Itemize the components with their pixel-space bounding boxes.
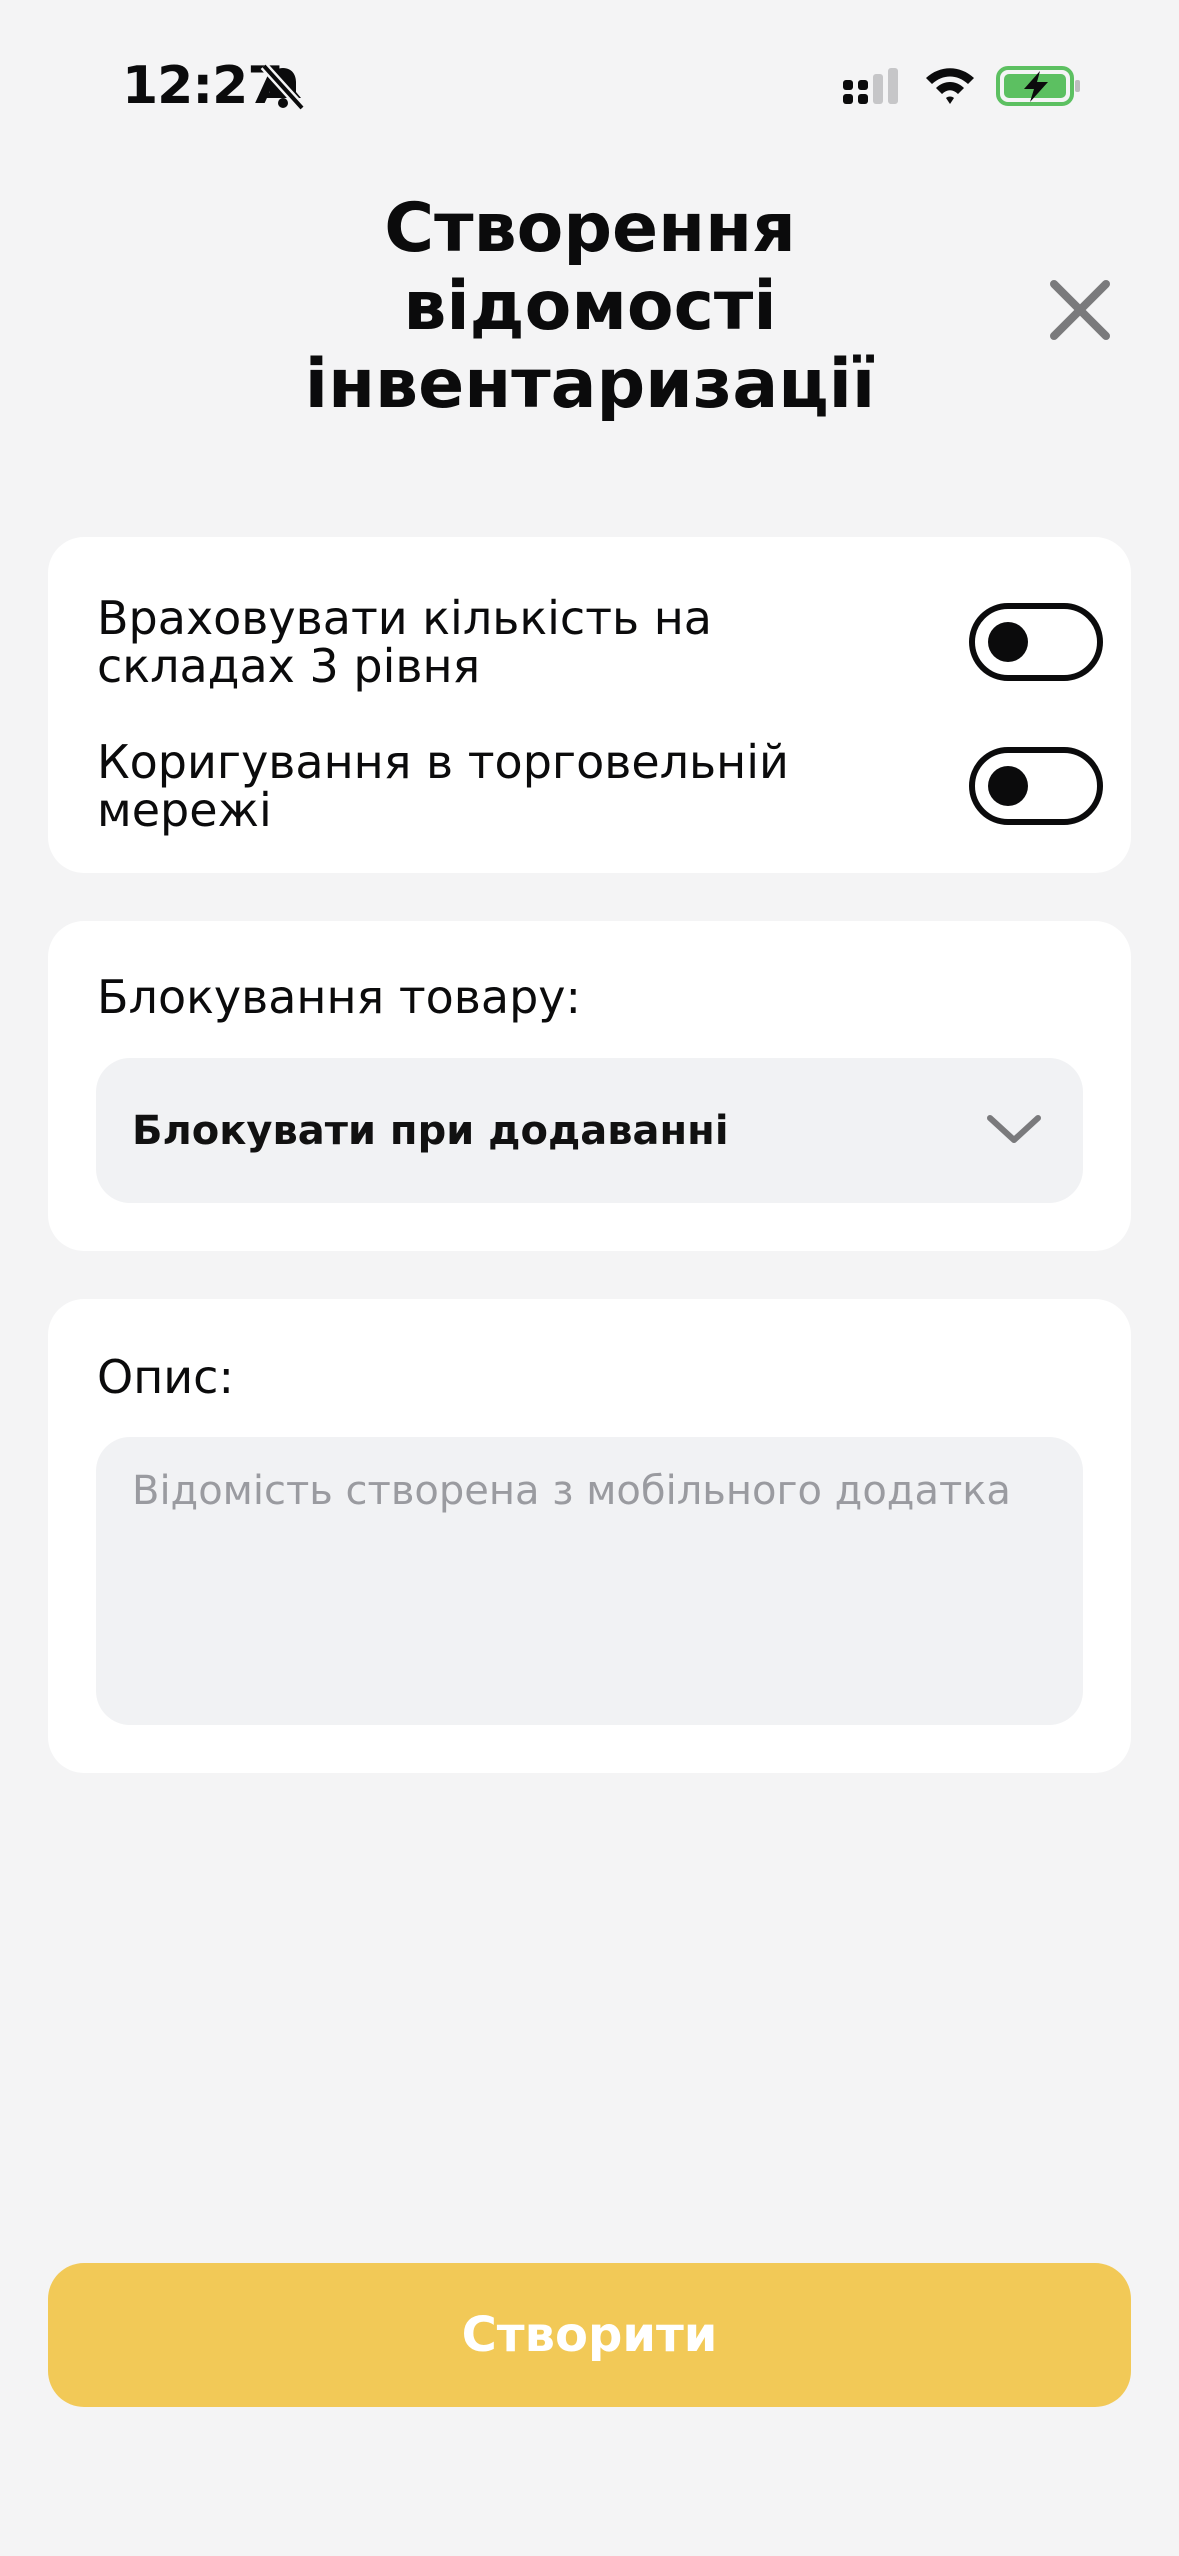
page-title: Створення відомості інвентаризації xyxy=(304,189,876,424)
options-card: Враховувати кількість на складах 3 рівня… xyxy=(48,537,1131,873)
bell-slash-icon xyxy=(260,62,306,110)
status-time: 12:27 xyxy=(122,56,284,116)
toggle-label-retail-correction: Коригування в торговельній мережі xyxy=(97,735,789,837)
toggle-row-warehouse-level3: Враховувати кількість на складах 3 рівня xyxy=(97,587,1103,697)
description-label: Опис: xyxy=(97,1350,234,1404)
wifi-icon xyxy=(926,68,974,104)
blocking-select-value: Блокувати при додаванні xyxy=(132,1107,729,1154)
toggle-row-retail-correction: Коригування в торговельній мережі xyxy=(97,731,1103,841)
create-button[interactable]: Створити xyxy=(48,2263,1131,2407)
toggle-knob xyxy=(988,622,1028,662)
toggle-warehouse-level3[interactable] xyxy=(969,603,1103,681)
blocking-label: Блокування товару: xyxy=(97,970,582,1024)
close-button[interactable] xyxy=(1038,268,1122,352)
toggle-knob xyxy=(988,766,1028,806)
description-card: Опис: xyxy=(48,1299,1131,1773)
battery-charging-icon xyxy=(996,66,1080,106)
status-bar: 12:27 xyxy=(0,0,1179,170)
chevron-down-icon xyxy=(987,1115,1041,1143)
description-field[interactable] xyxy=(96,1437,1083,1725)
cellular-signal-icon xyxy=(843,68,898,104)
toggle-retail-correction[interactable] xyxy=(969,747,1103,825)
blocking-select[interactable]: Блокувати при додаванні xyxy=(96,1058,1083,1203)
blocking-card: Блокування товару: Блокувати при додаван… xyxy=(48,921,1131,1251)
toggle-label-warehouse-level3: Враховувати кількість на складах 3 рівня xyxy=(97,591,712,693)
close-icon xyxy=(1050,280,1110,340)
